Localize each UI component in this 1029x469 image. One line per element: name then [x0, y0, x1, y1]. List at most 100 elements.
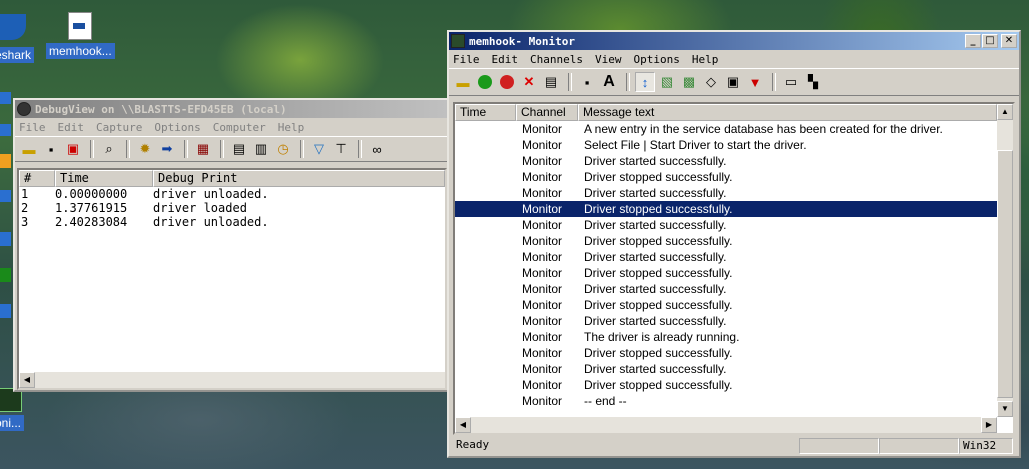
clock-icon[interactable]: ◷	[273, 139, 293, 159]
debugview-list[interactable]: # Time Debug Print 1 0.00000000 driver u…	[17, 168, 447, 390]
autoscroll-icon[interactable]: ↕	[635, 72, 655, 92]
highlight-icon[interactable]: ▽	[309, 139, 329, 159]
debugview-app-icon	[17, 102, 31, 116]
row-channel: Monitor	[522, 314, 563, 328]
status-text: Ready	[456, 438, 490, 451]
font-icon[interactable]: A	[599, 72, 619, 92]
row-message: driver loaded	[153, 201, 247, 215]
save-icon[interactable]: ▪	[577, 72, 597, 92]
open-folder-icon[interactable]: ▬	[453, 72, 473, 92]
save-icon[interactable]: ▪	[41, 139, 61, 159]
start-icon[interactable]	[475, 72, 495, 92]
row-time	[455, 377, 516, 393]
table-row[interactable]: Monitor Driver started successfully.	[455, 153, 997, 169]
table-row[interactable]: Monitor Driver started successfully.	[455, 217, 997, 233]
menu-edit[interactable]: Edit	[492, 53, 519, 66]
scroll-right-icon[interactable]: ▶	[981, 417, 997, 433]
table-row[interactable]: 2 1.37761915 driver loaded	[19, 201, 445, 215]
copy-icon[interactable]: ▤	[541, 72, 561, 92]
row-time	[455, 121, 516, 137]
scroll-left-icon[interactable]: ◀	[455, 417, 471, 433]
table-row[interactable]: Monitor Driver stopped successfully.	[455, 265, 997, 281]
row-message: Driver started successfully.	[584, 218, 727, 232]
column-header-message[interactable]: Message text	[578, 104, 997, 121]
binoculars-icon[interactable]: ∞	[367, 139, 387, 159]
memhook-vscrollbar[interactable]: ▲ ▼	[997, 104, 1013, 417]
pin-icon[interactable]: ⊤	[331, 139, 351, 159]
table-row[interactable]: Monitor Driver started successfully.	[455, 281, 997, 297]
network-icon[interactable]: ▚	[803, 72, 823, 92]
delete-icon[interactable]: ✕	[519, 72, 539, 92]
scroll-down-icon[interactable]: ▼	[997, 401, 1013, 417]
menu-help[interactable]: Help	[278, 121, 305, 134]
filter-icon[interactable]: ▼	[745, 72, 765, 92]
desktop-icon-monitor[interactable]: rMoni...	[0, 388, 25, 431]
column-header-time[interactable]: Time	[455, 104, 516, 121]
open-icon[interactable]: ▬	[19, 139, 39, 159]
table-row[interactable]: Monitor Select File | Start Driver to sta…	[455, 137, 997, 153]
table-row[interactable]: Monitor Driver started successfully.	[455, 361, 997, 377]
channel-icon[interactable]: ▧	[657, 72, 677, 92]
menu-help[interactable]: Help	[692, 53, 719, 66]
filter-icon[interactable]: ▦	[193, 139, 213, 159]
memhook-toolbar: ▬ ✕ ▤ ▪ A ↕ ▧ ▩ ◇ ▣ ▼ ▭ ▚	[449, 68, 1019, 96]
table-row[interactable]: Monitor The driver is already running.	[455, 329, 997, 345]
menu-computer[interactable]: Computer	[213, 121, 266, 134]
scroll-left-icon[interactable]: ◀	[19, 372, 35, 388]
menu-capture[interactable]: Capture	[96, 121, 142, 134]
row-channel: Monitor	[522, 122, 563, 136]
row-channel: Monitor	[522, 138, 563, 152]
eraser-icon[interactable]: ◇	[701, 72, 721, 92]
debugview-hscrollbar[interactable]: ◀	[19, 372, 445, 388]
find-icon[interactable]: ⌕	[99, 139, 119, 159]
menu-options[interactable]: Options	[154, 121, 200, 134]
capture-icon[interactable]: ✹	[135, 139, 155, 159]
menu-channels[interactable]: Channels	[530, 53, 583, 66]
table-row[interactable]: Monitor Driver stopped successfully.	[455, 233, 997, 249]
close-icon[interactable]: ✕	[1001, 34, 1017, 48]
row-channel: Monitor	[522, 202, 563, 216]
window-title: memhook- Monitor	[469, 34, 575, 48]
clear-log-icon[interactable]: ▣	[63, 139, 83, 159]
table-row[interactable]: 1 0.00000000 driver unloaded.	[19, 187, 445, 201]
memhook-titlebar[interactable]: memhook- Monitor _ □ ✕	[449, 32, 1019, 50]
monitor-icon[interactable]: ▣	[723, 72, 743, 92]
menu-edit[interactable]: Edit	[58, 121, 85, 134]
column-header-number[interactable]: #	[19, 170, 55, 187]
table-row[interactable]: Monitor Driver started successfully.	[455, 185, 997, 201]
row-message: Driver started successfully.	[584, 282, 727, 296]
table-row[interactable]: 3 2.40283084 driver unloaded.	[19, 215, 445, 229]
memhook-message-list[interactable]: Time Channel Message text Monitor A new e…	[453, 102, 1015, 435]
table-row[interactable]: Monitor Driver stopped successfully.	[455, 297, 997, 313]
history-icon[interactable]: ▥	[251, 139, 271, 159]
table-row[interactable]: Monitor Driver started successfully.	[455, 313, 997, 329]
table-row[interactable]: Monitor -- end --	[455, 393, 997, 409]
debugview-titlebar[interactable]: DebugView on \\BLASTTS-EFD45EB (local)	[15, 100, 447, 118]
menu-options[interactable]: Options	[633, 53, 679, 66]
stop-icon[interactable]	[497, 72, 517, 92]
table-row[interactable]: Monitor Driver stopped successfully.	[455, 169, 997, 185]
minimize-icon[interactable]: _	[965, 34, 981, 48]
scroll-up-icon[interactable]: ▲	[997, 104, 1013, 120]
table-row[interactable]: Monitor Driver stopped successfully.	[455, 377, 997, 393]
desktop-icon-wireshark[interactable]: eshark	[0, 14, 35, 63]
menu-file[interactable]: File	[19, 121, 46, 134]
column-header-channel[interactable]: Channel	[516, 104, 578, 121]
menu-file[interactable]: File	[453, 53, 480, 66]
table-row[interactable]: Monitor A new entry in the service databa…	[455, 121, 997, 137]
table-row[interactable]: Monitor Driver stopped successfully.	[455, 201, 997, 217]
maximize-icon[interactable]: □	[982, 34, 998, 48]
desktop-icon-memhook[interactable]: memhook...	[46, 12, 115, 59]
column-header-debug-print[interactable]: Debug Print	[153, 170, 445, 187]
autoscroll-icon[interactable]: ➡	[157, 139, 177, 159]
scroll-thumb[interactable]	[997, 150, 1013, 398]
table-row[interactable]: Monitor Driver started successfully.	[455, 249, 997, 265]
memhook-hscrollbar[interactable]: ◀ ▶	[455, 417, 997, 433]
table-row[interactable]: Monitor Driver stopped successfully.	[455, 345, 997, 361]
properties-icon[interactable]: ▤	[229, 139, 249, 159]
save-channel-icon[interactable]: ▩	[679, 72, 699, 92]
computer-icon[interactable]: ▭	[781, 72, 801, 92]
memhook-app-icon	[451, 34, 465, 48]
menu-view[interactable]: View	[595, 53, 622, 66]
column-header-time[interactable]: Time	[55, 170, 153, 187]
